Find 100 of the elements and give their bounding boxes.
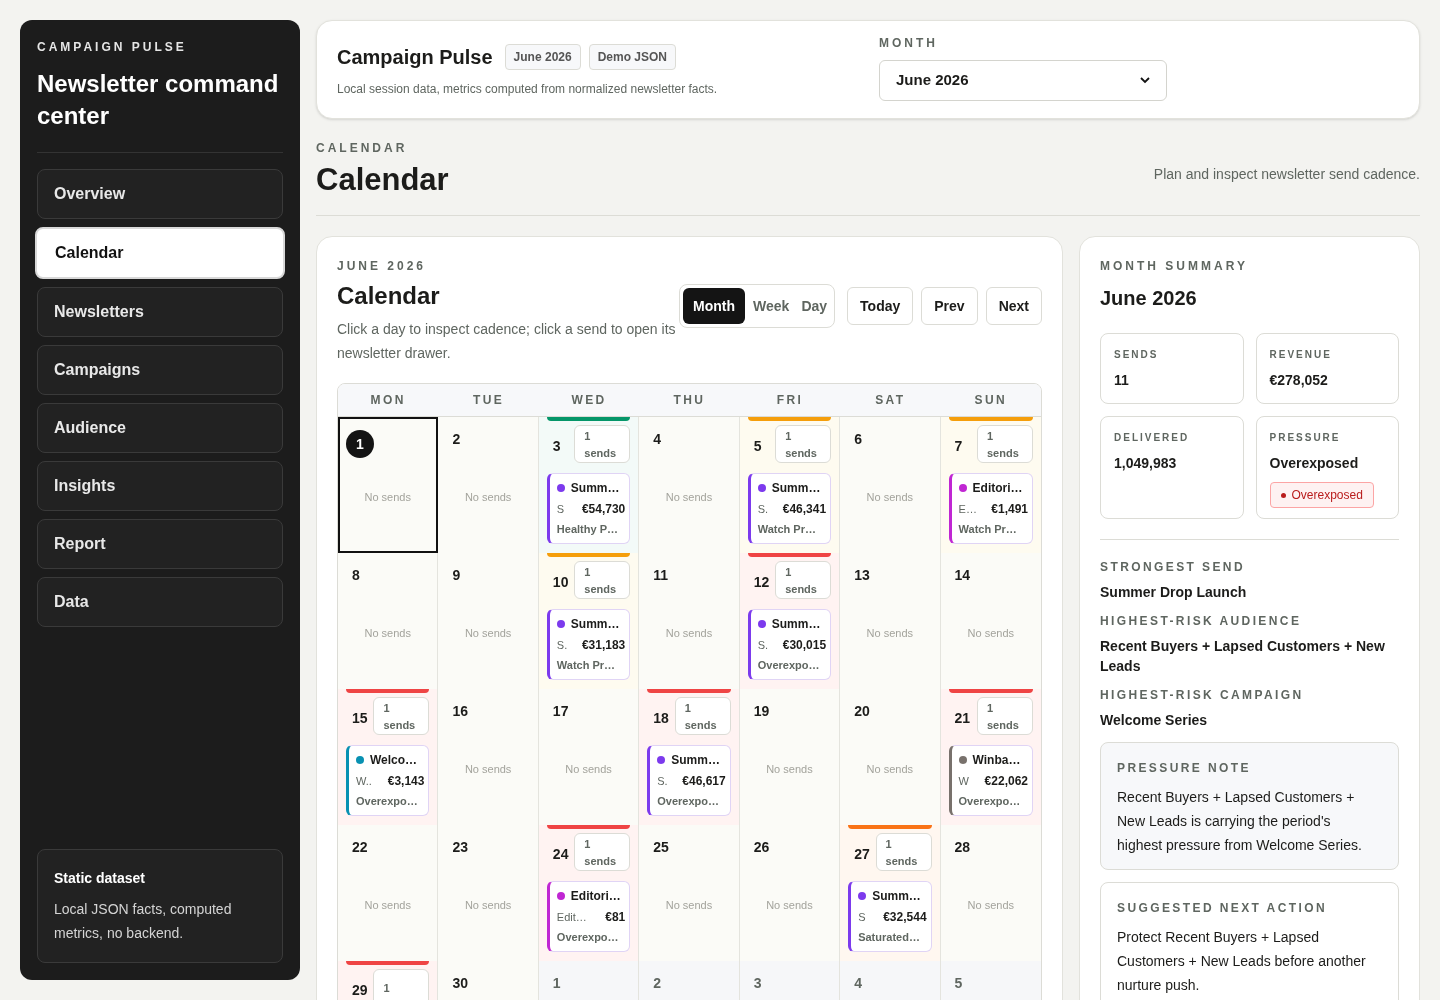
send-card[interactable]: Editori… E… €1,491 Watch Pr… — [948, 473, 1033, 544]
day-number: 24 — [552, 844, 569, 864]
send-card[interactable]: Summ… S. €46,617 Overexpo… — [647, 745, 731, 816]
day-cell[interactable]: 26 No sends — [739, 825, 841, 961]
send-count-badge[interactable]: 1 sends — [674, 697, 731, 735]
day-cell[interactable]: 16 No sends — [438, 689, 539, 825]
day-cell[interactable]: 2 No sends — [438, 417, 539, 553]
send-count-badge[interactable]: 1 sends — [775, 561, 832, 599]
day-cell[interactable]: 27 1 sends Summ… S €32,544 Saturated… — [840, 825, 941, 961]
day-cell[interactable]: 11 No sends — [639, 553, 740, 689]
fact-label: STRONGEST SEND — [1100, 559, 1246, 576]
send-count-badge[interactable]: 1 sends — [875, 833, 932, 871]
metric-value: €278,052 — [1269, 371, 1329, 390]
day-number: 13 — [854, 566, 870, 585]
day-cell[interactable]: 8 No sends — [338, 553, 439, 689]
send-count-badge[interactable]: 1 sends — [977, 425, 1033, 463]
day-cell[interactable]: 7 1 sends Editori… E… €1,491 Watch Pr… — [940, 417, 1041, 553]
nav-item[interactable]: Report — [37, 519, 283, 569]
nav-item[interactable]: Campaigns — [37, 345, 283, 395]
empty-day-text: No sends — [564, 762, 613, 777]
day-cell[interactable]: 17 No sends — [538, 689, 640, 825]
day-cell[interactable]: 6 No sends — [840, 417, 941, 553]
day-cell[interactable]: 1 No sends — [338, 417, 439, 553]
nav-item[interactable]: Data — [37, 577, 283, 627]
nav-item[interactable]: Newsletters — [37, 287, 283, 337]
calendar-eyebrow: JUNE 2026 — [337, 258, 428, 275]
day-cell[interactable]: 4 No sends — [639, 417, 740, 553]
send-count-badge[interactable]: 1 — [373, 969, 430, 1000]
send-count-badge[interactable]: 1 sends — [574, 425, 631, 463]
day-number: 22 — [352, 838, 368, 857]
send-card[interactable]: Summ… S. €31,183 Watch Pr… — [546, 609, 631, 680]
day-cell[interactable]: 10 1 sends Summ… S. €31,183 Watch Pr… — [538, 553, 640, 689]
send-revenue: €46,617 — [682, 773, 726, 790]
summary-eyebrow: MONTH SUMMARY — [1100, 258, 1249, 275]
day-cell[interactable]: 3 1 sends Summ… S €54,730 Healthy P… — [538, 417, 640, 553]
day-number: 28 — [954, 838, 971, 857]
day-cell[interactable]: 12 1 sends Summ… S. €30,015 Overexpo… — [739, 553, 841, 689]
day-cell[interactable]: 5 1 sends Summ… S. €46,341 Watch Pr… — [739, 417, 841, 553]
send-card[interactable]: Welco… W.. €3,143 Overexpo… — [346, 745, 430, 816]
empty-day-text: No sends — [865, 490, 915, 505]
nav-item[interactable]: Insights — [37, 461, 283, 511]
day-cell[interactable]: 22 No sends — [338, 825, 439, 961]
day-cell[interactable]: 20 No sends — [840, 689, 941, 825]
day-cell[interactable]: 21 1 sends Winba… W €22,062 Overexpo… — [940, 689, 1041, 825]
page-description: Plan and inspect newsletter send cadence. — [1153, 165, 1420, 184]
empty-day-text: No sends — [765, 898, 814, 913]
day-cell[interactable]: 29 1 — [338, 961, 439, 1000]
day-number: 9 — [452, 566, 461, 585]
send-count-badge[interactable]: 1 sends — [574, 561, 631, 599]
send-card[interactable]: Summ… S €54,730 Healthy P… — [546, 473, 631, 544]
day-cell[interactable]: 19 No sends — [739, 689, 841, 825]
day-cell[interactable]: 13 No sends — [840, 553, 941, 689]
send-count-badge[interactable]: 1 sends — [977, 697, 1033, 735]
segment-label: E… — [958, 501, 977, 517]
segment-label: S — [556, 501, 565, 517]
send-revenue: €3,143 — [387, 773, 425, 790]
send-count-badge[interactable]: 1 sends — [775, 425, 832, 463]
send-card[interactable]: Summ… S. €46,341 Watch Pr… — [747, 473, 832, 544]
nav-item[interactable]: Audience — [37, 403, 283, 453]
nav-item[interactable]: Calendar — [35, 227, 285, 279]
day-cell[interactable]: 5 — [940, 961, 1041, 1000]
send-card[interactable]: Summ… S. €30,015 Overexpo… — [747, 609, 832, 680]
day-cell[interactable]: 28 No sends — [940, 825, 1041, 961]
day-cell[interactable]: 4 — [840, 961, 941, 1000]
view-tab[interactable]: Week — [749, 288, 794, 324]
day-cell[interactable]: 25 No sends — [639, 825, 740, 961]
send-count-badge[interactable]: 1 sends — [574, 833, 631, 871]
send-card[interactable]: Editori… Edit… €81 Overexpo… — [546, 881, 631, 952]
weekday-header: SAT — [874, 392, 907, 409]
nav-button[interactable]: Prev — [921, 287, 978, 325]
day-number: 15 — [352, 708, 368, 728]
day-cell[interactable]: 15 1 sends Welco… W.. €3,143 Overexpo… — [338, 689, 439, 825]
day-cell[interactable]: 1 — [538, 961, 640, 1000]
send-card[interactable]: Winba… W €22,062 Overexpo… — [948, 745, 1033, 816]
send-status: Watch Pr… — [556, 658, 617, 673]
day-cell[interactable]: 23 No sends — [438, 825, 539, 961]
note-label: PRESSURE NOTE — [1117, 760, 1252, 777]
day-cell[interactable]: 30 — [438, 961, 539, 1000]
nav-button[interactable]: Next — [985, 287, 1042, 325]
view-tab[interactable]: Day — [797, 288, 832, 324]
nav-button[interactable]: Today — [847, 287, 914, 325]
day-cell[interactable]: 3 — [739, 961, 841, 1000]
month-select[interactable]: June 2026 — [879, 60, 1167, 101]
fact-value: Recent Buyers + Lapsed Customers + New Leads — [1100, 637, 1386, 676]
day-cell[interactable]: 9 No sends — [438, 553, 539, 689]
dataset-text: Local JSON facts, computed metrics, no backend. — [54, 900, 233, 943]
send-card[interactable]: Summ… S €32,544 Saturated… — [848, 881, 932, 952]
day-cell[interactable]: 2 — [639, 961, 740, 1000]
app-title: Newsletter command center — [37, 69, 280, 131]
calendar-hint: Click a day to inspect cadence; click a send to open its newsletter drawer. — [337, 320, 677, 363]
send-count-badge[interactable]: 1 sends — [373, 697, 430, 735]
pressure-badge: Overexposed — [1269, 482, 1374, 508]
day-number: 30 — [452, 974, 468, 993]
day-cell[interactable]: 14 No sends — [940, 553, 1041, 689]
day-cell[interactable]: 24 1 sends Editori… Edit… €81 Overexpo… — [538, 825, 640, 961]
header-badge: Demo JSON — [588, 43, 676, 70]
page-title: Calendar — [316, 161, 449, 199]
view-tab[interactable]: Month — [683, 288, 746, 324]
nav-item[interactable]: Overview — [37, 169, 283, 219]
day-cell[interactable]: 18 1 sends Summ… S. €46,617 Overexpo… — [639, 689, 740, 825]
